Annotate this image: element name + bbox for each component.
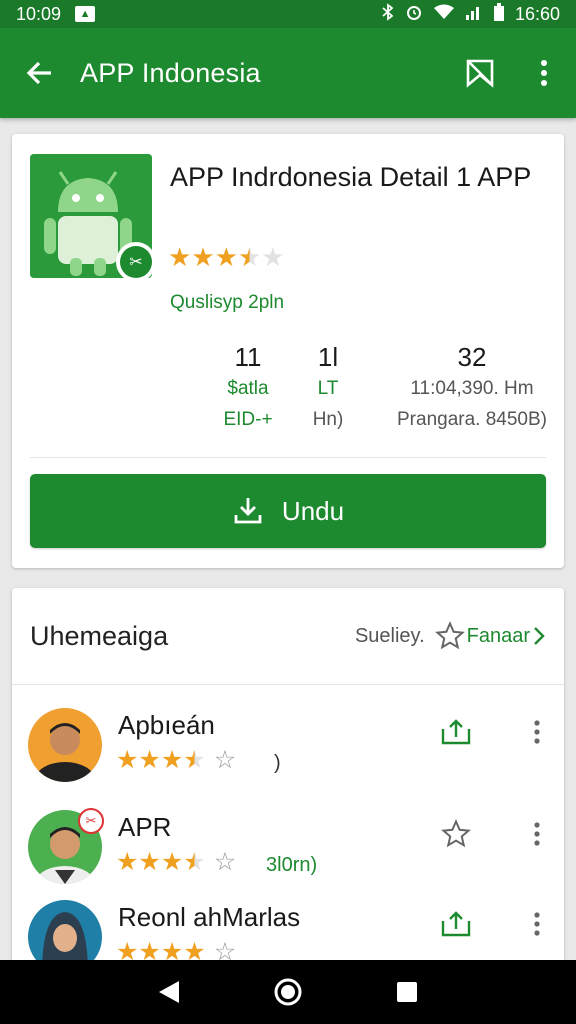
reviews-title: Uhemeaiga bbox=[30, 620, 169, 651]
star-outline-icon bbox=[441, 819, 471, 848]
stat-sublabel: Hn) bbox=[312, 409, 344, 430]
share-icon bbox=[441, 911, 471, 937]
app-icon: ✂ bbox=[30, 154, 156, 282]
more-vert-icon bbox=[541, 60, 547, 86]
review-item[interactable]: Apbıeán ★ ★ ★ ★ ☆ ) bbox=[12, 702, 564, 806]
reviewer-name: Apbıeán bbox=[118, 710, 215, 740]
app-bar-title: APP Indonesia bbox=[80, 57, 261, 88]
star-empty-icon: ★ bbox=[261, 242, 285, 272]
share-button[interactable] bbox=[436, 712, 476, 752]
divider bbox=[12, 684, 564, 685]
star-icon: ★ bbox=[138, 746, 161, 774]
star-outline-icon: ☆ bbox=[213, 746, 237, 774]
back-button[interactable] bbox=[0, 28, 80, 118]
more-vert-icon bbox=[534, 912, 540, 936]
battery-icon bbox=[493, 3, 505, 25]
nav-home-button[interactable] bbox=[258, 960, 318, 1024]
stat-rating: 11 $atla EID-+ bbox=[208, 340, 288, 436]
stat-label: 11:04,390. Hm bbox=[410, 378, 534, 399]
sort-button[interactable]: Sueliey. bbox=[355, 625, 425, 648]
more-options-button[interactable] bbox=[512, 28, 576, 118]
bookmark-button[interactable] bbox=[448, 28, 512, 118]
star-icon: ★ bbox=[116, 746, 139, 774]
review-stars: ★ ★ ★ ★ ☆ bbox=[116, 748, 236, 773]
star-half-icon: ★ bbox=[183, 848, 206, 876]
review-count: 3l0rn) bbox=[266, 854, 318, 876]
star-icon: ★ bbox=[160, 746, 184, 774]
star-outline-icon bbox=[434, 621, 465, 650]
back-triangle-icon bbox=[159, 981, 180, 1003]
review-stars: ★ ★ ★ ★ ☆ bbox=[116, 850, 236, 875]
install-button[interactable]: Undu bbox=[30, 474, 546, 548]
app-name: APP Indrdonesia Detail 1 APP bbox=[170, 162, 532, 192]
star-icon: ★ bbox=[191, 242, 215, 272]
avatar bbox=[28, 708, 102, 782]
stat-sublabel: EID-+ bbox=[223, 409, 273, 430]
back-arrow-icon bbox=[26, 61, 51, 85]
divider bbox=[30, 457, 546, 458]
chevron-right-icon bbox=[534, 627, 545, 645]
bookmark-icon bbox=[466, 59, 494, 88]
app-rating-stars: ★ ★ ★ ★ ★ bbox=[168, 244, 285, 270]
tools-badge-icon: ✂ bbox=[78, 808, 104, 834]
stat-value: 11 bbox=[234, 342, 262, 372]
star-icon: ★ bbox=[168, 242, 192, 272]
star-icon: ★ bbox=[138, 848, 161, 876]
review-count: ) bbox=[274, 752, 281, 774]
star-icon: ★ bbox=[214, 242, 238, 272]
tools-icon: ✂ bbox=[120, 246, 152, 278]
stat-label: LT bbox=[317, 378, 339, 399]
status-time-left: 10:09 bbox=[16, 3, 62, 24]
avatar bbox=[28, 900, 102, 968]
wifi-icon bbox=[433, 4, 455, 24]
home-circle-icon bbox=[274, 978, 302, 1006]
reviews-header: Uhemeaiga Sueliey. Fanaar bbox=[12, 588, 564, 684]
app-bar: APP Indonesia bbox=[0, 28, 576, 118]
more-vert-icon bbox=[534, 720, 540, 744]
star-icon: ★ bbox=[160, 848, 184, 876]
app-stats: 11 $atla EID-+ 1l LT Hn) 32 11:04,390. H… bbox=[12, 340, 564, 440]
notification-icon: ▲ bbox=[75, 6, 96, 22]
review-more-button[interactable] bbox=[522, 814, 552, 854]
reviewer-name: APR bbox=[118, 812, 172, 842]
star-half-icon: ★ bbox=[183, 746, 206, 774]
tools-badge: ✂ bbox=[116, 242, 156, 282]
stat-downloads: 32 11:04,390. Hm Prangara. 8450B) bbox=[382, 340, 562, 436]
alarm-icon bbox=[405, 3, 423, 25]
review-item[interactable]: ✂ APR ★ ★ ★ ★ ☆ 3l0rn) bbox=[12, 804, 564, 908]
share-icon bbox=[441, 719, 471, 745]
status-bar: 10:09 ▲ 16:60 bbox=[0, 0, 576, 28]
share-button[interactable] bbox=[436, 904, 476, 944]
review-more-button[interactable] bbox=[522, 904, 552, 944]
review-more-button[interactable] bbox=[522, 712, 552, 752]
recents-square-icon bbox=[396, 982, 417, 1002]
star-half-icon: ★ bbox=[237, 242, 262, 272]
star-outline-icon: ☆ bbox=[213, 848, 237, 876]
install-button-label: Undu bbox=[281, 495, 345, 526]
favorite-label: Fanaar bbox=[466, 624, 530, 647]
app-detail-card: ✂ APP Indrdonesia Detail 1 APP ★ ★ ★ ★ ★… bbox=[12, 134, 564, 568]
signal-icon bbox=[465, 4, 483, 24]
review-item[interactable]: Reonl ahMarlas ★ ★ ★ ★ ☆ bbox=[12, 894, 564, 968]
favorite-review-button[interactable] bbox=[436, 814, 476, 854]
stat-sublabel: Prangara. 8450B) bbox=[397, 409, 547, 430]
stat-size: 1l LT Hn) bbox=[298, 340, 358, 436]
status-time-right: 16:60 bbox=[514, 3, 560, 24]
favorite-button[interactable]: Fanaar bbox=[434, 621, 546, 651]
reviewer-name: Reonl ahMarlas bbox=[118, 902, 301, 932]
nav-recents-button[interactable] bbox=[377, 960, 437, 1024]
stat-value: 32 bbox=[457, 342, 487, 372]
stat-value: 1l bbox=[317, 342, 339, 372]
navigation-bar bbox=[0, 960, 576, 1024]
nav-back-button[interactable] bbox=[139, 960, 199, 1024]
bluetooth-icon bbox=[381, 3, 395, 25]
more-vert-icon bbox=[534, 822, 540, 846]
stat-label: $atla bbox=[227, 378, 269, 399]
download-icon bbox=[234, 498, 262, 524]
star-icon: ★ bbox=[116, 848, 139, 876]
reviews-card: Uhemeaiga Sueliey. Fanaar Apbıeán ★ ★ ★ bbox=[12, 588, 564, 968]
developer-name[interactable]: Quslisyp 2pln bbox=[170, 292, 284, 314]
